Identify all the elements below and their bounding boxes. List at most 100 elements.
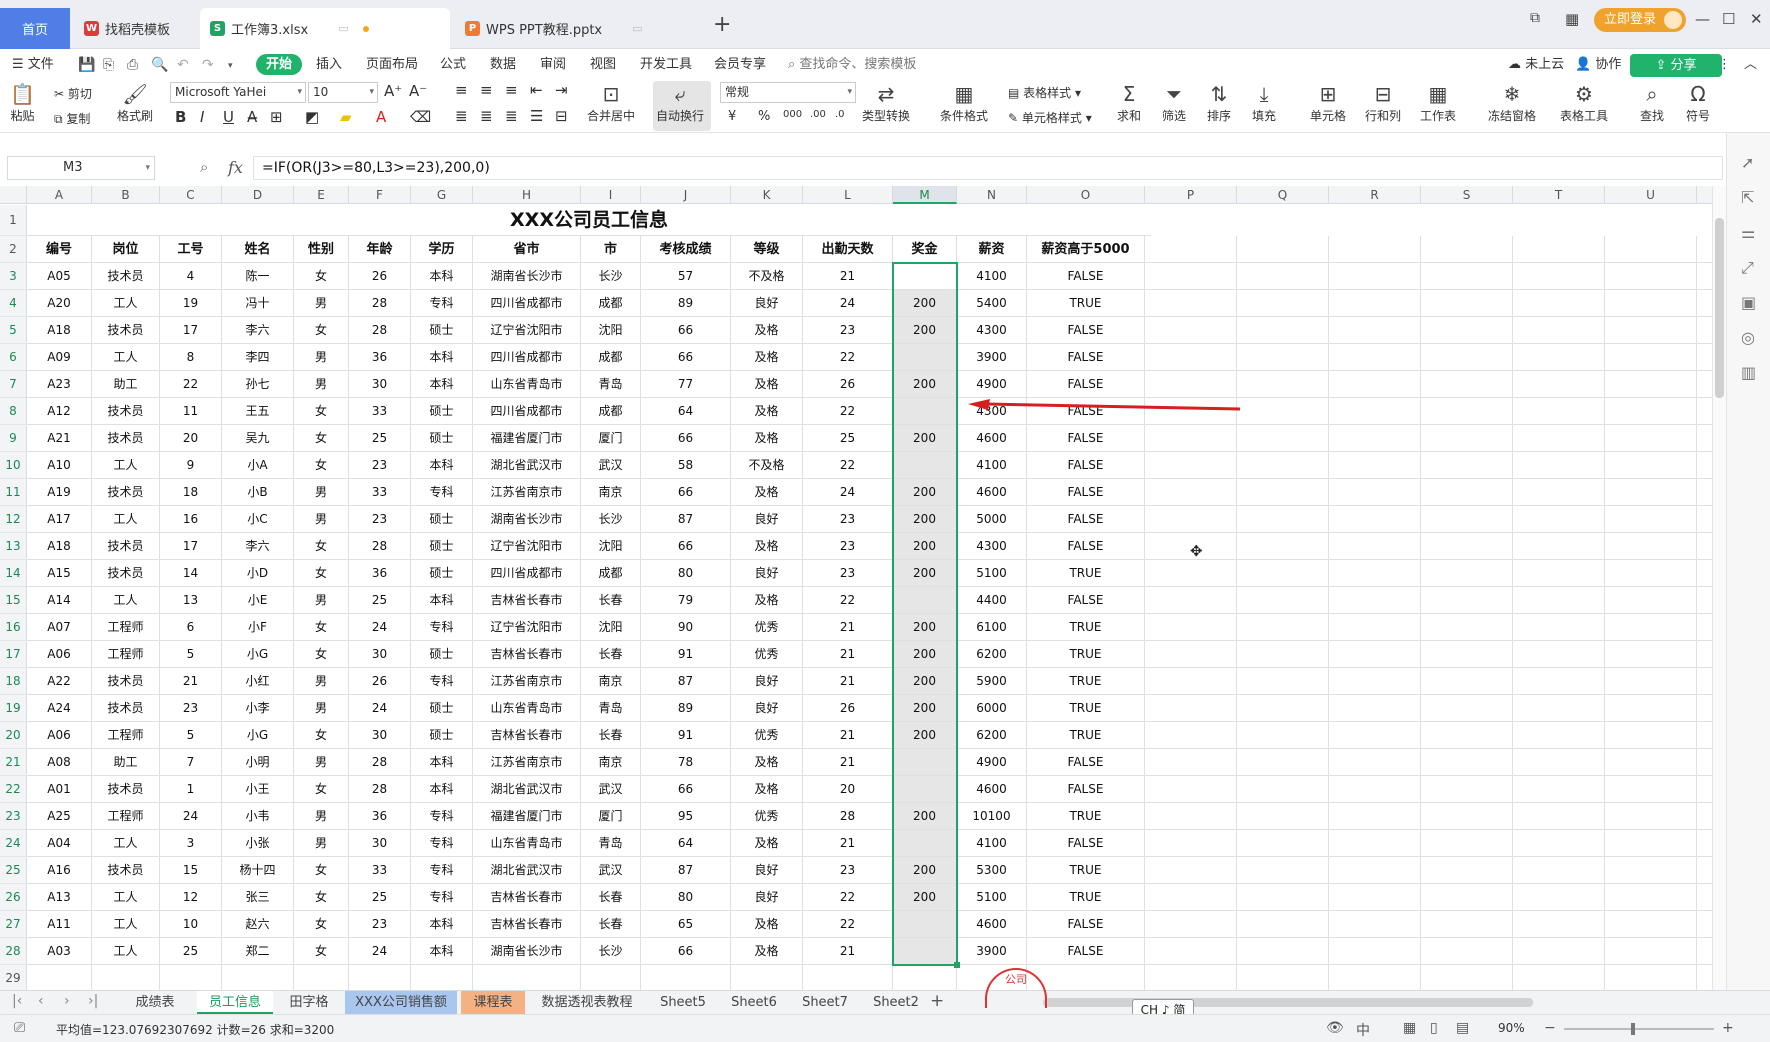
row-header-5[interactable]: 5 [0,317,27,344]
font-color-icon[interactable]: A [376,108,386,126]
table-cell[interactable]: 21 [803,614,893,641]
table-cell[interactable]: A11 [27,911,92,938]
table-cell[interactable]: 山东省青岛市 [473,830,581,857]
empty-cell[interactable] [581,965,641,990]
row-header-10[interactable]: 10 [0,452,27,479]
table-cell[interactable]: A16 [27,857,92,884]
empty-cell[interactable] [1421,965,1513,990]
empty-cell[interactable] [1421,506,1513,533]
empty-cell[interactable] [1605,398,1697,425]
empty-cell[interactable] [803,965,893,990]
empty-cell[interactable] [1237,614,1329,641]
table-cell[interactable]: 64 [641,830,731,857]
header-cell[interactable]: 省市 [473,236,581,263]
table-cell[interactable]: A01 [27,776,92,803]
table-cell[interactable]: 28 [349,749,411,776]
table-cell[interactable]: 孙七 [222,371,294,398]
empty-cell[interactable] [1513,749,1605,776]
table-cell[interactable]: 4 [160,263,222,290]
empty-cell[interactable] [1697,263,1712,290]
table-cell[interactable]: 女 [294,533,349,560]
empty-cell[interactable] [1145,884,1237,911]
table-cell[interactable]: 武汉 [581,452,641,479]
table-cell[interactable]: 19 [160,290,222,317]
table-cell[interactable]: 89 [641,695,731,722]
column-header-v[interactable]: V [1697,186,1712,204]
empty-cell[interactable] [1145,344,1237,371]
table-cell[interactable]: FALSE [1027,344,1145,371]
column-header-s[interactable]: S [1421,186,1513,204]
copy-button[interactable]: ⧉ 复制 [54,110,90,127]
table-cell[interactable]: A15 [27,560,92,587]
fx-icon[interactable]: fx [228,158,243,177]
table-cell[interactable]: 厦门 [581,425,641,452]
table-cell[interactable]: 硕士 [411,425,473,452]
empty-cell[interactable] [1145,506,1237,533]
row-header-24[interactable]: 24 [0,830,27,857]
table-cell[interactable]: 28 [349,776,411,803]
empty-cell[interactable] [1329,317,1421,344]
table-cell[interactable]: 女 [294,938,349,965]
table-cell[interactable]: 沈阳 [581,317,641,344]
empty-cell[interactable] [1421,317,1513,344]
empty-cell[interactable] [411,965,473,990]
table-cell[interactable]: FALSE [1027,479,1145,506]
table-cell[interactable]: 91 [641,722,731,749]
table-cell[interactable]: 20 [803,776,893,803]
table-cell[interactable]: 四川省成都市 [473,560,581,587]
empty-cell[interactable] [1697,236,1712,263]
empty-cell[interactable] [27,965,92,990]
table-cell[interactable]: TRUE [1027,560,1145,587]
empty-cell[interactable] [1421,398,1513,425]
eye-protect-icon[interactable]: 👁 [1326,1020,1344,1036]
row-header-27[interactable]: 27 [0,911,27,938]
table-cell[interactable]: 77 [641,371,731,398]
table-cell[interactable]: 郑二 [222,938,294,965]
empty-cell[interactable] [1697,479,1712,506]
empty-cell[interactable] [1513,884,1605,911]
table-cell[interactable]: 李六 [222,317,294,344]
empty-cell[interactable] [1145,830,1237,857]
prev-sheet-icon[interactable]: ‹ [38,993,44,1009]
book-icon[interactable]: ▥ [1741,363,1756,382]
table-cell[interactable]: 山东省青岛市 [473,695,581,722]
empty-cell[interactable] [1697,695,1712,722]
table-cell[interactable]: 24 [803,290,893,317]
empty-cell[interactable] [1145,749,1237,776]
header-cell[interactable]: 市 [581,236,641,263]
row-header-25[interactable]: 25 [0,857,27,884]
empty-cell[interactable] [1697,857,1712,884]
table-cell[interactable]: 工程师 [92,641,160,668]
merge-center-button[interactable]: ⊡ 合并居中 [587,81,635,124]
empty-cell[interactable] [1513,695,1605,722]
table-style-button[interactable]: ▤ 表格样式 ▾ [1008,84,1081,101]
table-cell[interactable]: 良好 [731,560,803,587]
clear-format-icon[interactable]: ⌫ [410,108,431,126]
table-cell[interactable]: 91 [641,641,731,668]
rocket-icon[interactable]: ➚ [1741,153,1754,172]
share-button[interactable]: ⇪ 分享 [1630,54,1722,77]
table-cell[interactable]: 优秀 [731,614,803,641]
header-cell[interactable]: 岗位 [92,236,160,263]
table-cell[interactable]: 6000 [957,695,1027,722]
row-header-6[interactable]: 6 [0,344,27,371]
table-cell[interactable]: 89 [641,290,731,317]
column-header-k[interactable]: K [731,186,803,204]
quick-access-dropdown-icon[interactable]: ▾ [228,61,233,71]
empty-cell[interactable] [1237,776,1329,803]
table-cell[interactable]: 26 [349,263,411,290]
table-cell[interactable]: 21 [803,938,893,965]
empty-cell[interactable] [1329,695,1421,722]
border-icon[interactable]: ⊞ [270,108,283,126]
table-cell[interactable]: 200 [893,803,957,830]
table-cell[interactable]: A25 [27,803,92,830]
paste-button[interactable]: 📋 粘贴 [10,81,35,124]
table-cell[interactable]: 33 [349,479,411,506]
empty-cell[interactable] [1605,560,1697,587]
table-cell[interactable]: 23 [803,533,893,560]
find-button[interactable]: ⌕ 查找 [1640,81,1664,124]
empty-cell[interactable] [1329,614,1421,641]
table-cell[interactable]: 24 [803,479,893,506]
empty-cell[interactable] [1605,884,1697,911]
empty-cell[interactable] [1421,911,1513,938]
